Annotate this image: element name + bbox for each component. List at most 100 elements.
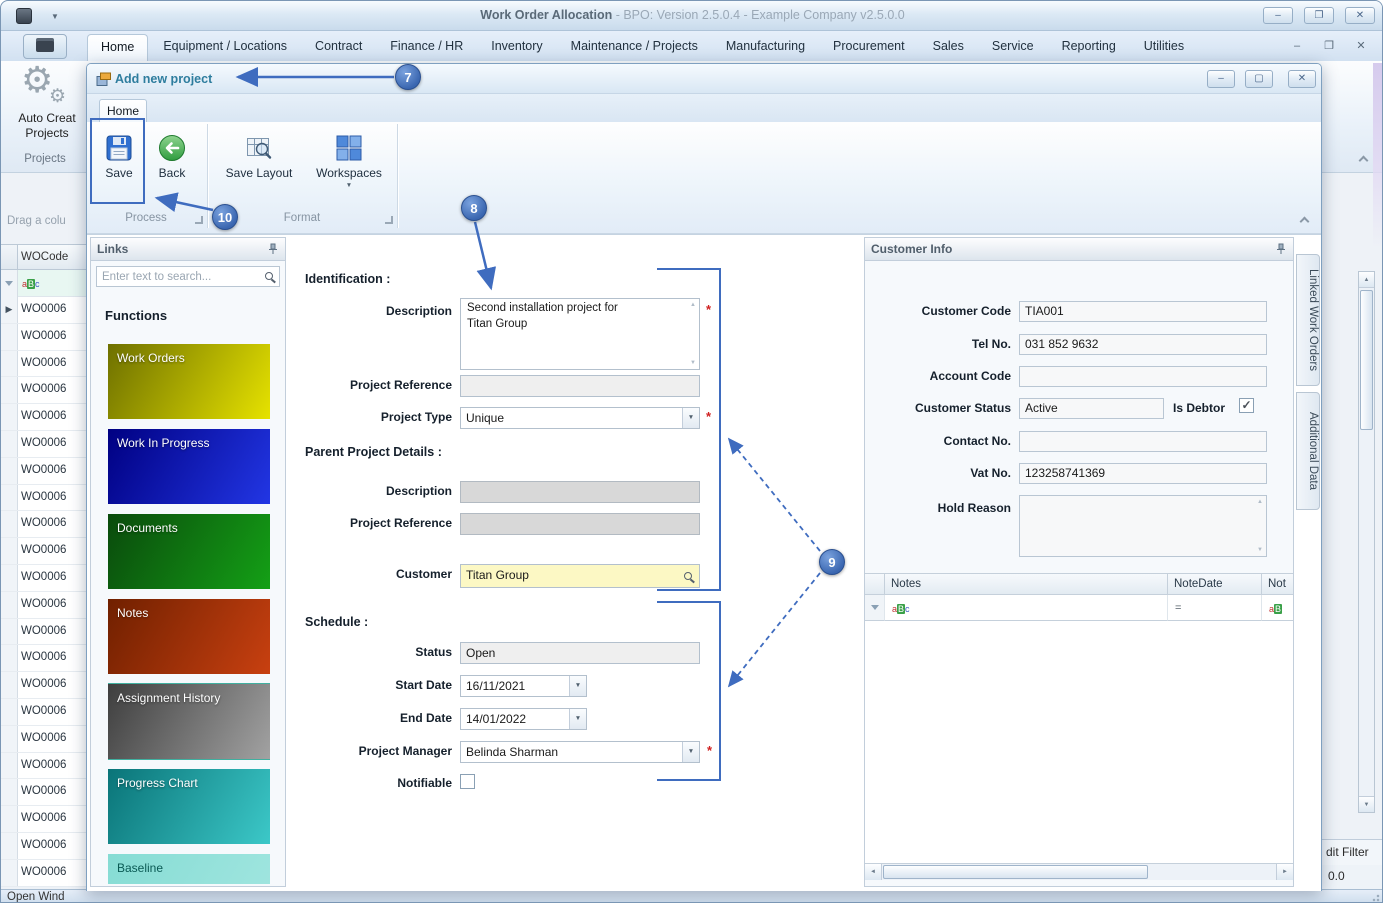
- tab-additional-data[interactable]: Additional Data: [1296, 392, 1320, 510]
- chevron-down-icon[interactable]: ▼: [682, 742, 699, 762]
- table-row[interactable]: WO0006: [1, 485, 87, 512]
- customer-field[interactable]: Titan Group: [460, 564, 700, 588]
- table-row[interactable]: WO0006: [1, 538, 87, 565]
- child-close-button[interactable]: ✕: [1288, 70, 1316, 88]
- scroll-up-icon[interactable]: ▲: [690, 301, 696, 309]
- not-filter-cell[interactable]: aB: [1262, 595, 1293, 621]
- scroll-right-button[interactable]: ►: [1276, 864, 1293, 880]
- menu-tab[interactable]: Procurement: [820, 34, 918, 61]
- column-header-not[interactable]: Not: [1262, 573, 1293, 595]
- tab-home[interactable]: Home: [99, 99, 147, 123]
- notes-grid-empty-area[interactable]: [865, 621, 1293, 863]
- chevron-down-icon[interactable]: ▼: [569, 676, 586, 696]
- vertical-scrollbar[interactable]: ▲ ▼: [1358, 271, 1375, 813]
- status-field[interactable]: Open: [460, 642, 700, 664]
- chevron-down-icon[interactable]: ▼: [569, 709, 586, 729]
- table-row[interactable]: WO0006: [1, 404, 87, 431]
- vat-no-field[interactable]: 123258741369: [1019, 463, 1267, 484]
- menu-tab[interactable]: Contract: [302, 34, 375, 61]
- project-type-select[interactable]: Unique ▼: [460, 407, 700, 429]
- auto-create-projects-button-line2[interactable]: Projects: [1, 126, 93, 140]
- chevron-down-icon[interactable]: ▼: [682, 408, 699, 428]
- table-row[interactable]: WO0006: [1, 753, 87, 780]
- is-debtor-checkbox[interactable]: ✓: [1239, 398, 1254, 413]
- search-icon[interactable]: [684, 572, 692, 580]
- scroll-up-button[interactable]: ▲: [1359, 272, 1374, 288]
- account-code-field[interactable]: [1019, 366, 1267, 387]
- end-date-picker[interactable]: 14/01/2022 ▼: [460, 708, 587, 730]
- table-row[interactable]: WO0006: [1, 511, 87, 538]
- menu-tab[interactable]: Manufacturing: [713, 34, 818, 61]
- table-row[interactable]: WO0006: [1, 377, 87, 404]
- scroll-down-icon[interactable]: ▼: [690, 359, 696, 367]
- close-button[interactable]: ✕: [1345, 7, 1375, 24]
- menu-tab[interactable]: Service: [979, 34, 1047, 61]
- table-row[interactable]: WO0006: [1, 833, 87, 860]
- column-header-notedate[interactable]: NoteDate: [1168, 573, 1262, 595]
- ribbon-minimize-glyph[interactable]: –: [1285, 38, 1309, 56]
- contact-no-field[interactable]: [1019, 431, 1267, 452]
- table-row[interactable]: WO0006: [1, 351, 87, 378]
- table-row[interactable]: ▶ WO0006: [1, 297, 87, 324]
- pin-icon[interactable]: [267, 243, 279, 255]
- child-maximize-button[interactable]: ▢: [1245, 70, 1273, 88]
- menu-tab[interactable]: Sales: [920, 34, 977, 61]
- table-row[interactable]: WO0006: [1, 779, 87, 806]
- resize-grip[interactable]: [1372, 892, 1382, 902]
- scroll-down-button[interactable]: ▼: [1359, 796, 1374, 812]
- application-menu-button[interactable]: [23, 34, 67, 59]
- menu-tab[interactable]: Inventory: [478, 34, 555, 61]
- auto-create-projects-button-line1[interactable]: Auto Creat: [1, 111, 93, 125]
- menu-tab[interactable]: Reporting: [1049, 34, 1129, 61]
- scroll-down-icon[interactable]: ▼: [1257, 547, 1263, 553]
- back-button[interactable]: Back: [147, 128, 197, 202]
- save-button[interactable]: Save: [95, 128, 143, 202]
- function-tile[interactable]: Baseline: [108, 854, 270, 884]
- table-row[interactable]: WO0006: [1, 431, 87, 458]
- child-minimize-button[interactable]: –: [1207, 70, 1235, 88]
- grid-auto-filter-row[interactable]: aBc: [1, 270, 87, 297]
- table-row[interactable]: WO0006: [1, 645, 87, 672]
- table-row[interactable]: WO0006: [1, 806, 87, 833]
- table-row[interactable]: WO0006: [1, 592, 87, 619]
- tab-linked-work-orders[interactable]: Linked Work Orders: [1296, 254, 1320, 386]
- ribbon-close-glyph[interactable]: ✕: [1349, 38, 1373, 56]
- table-row[interactable]: WO0006: [1, 619, 87, 646]
- table-row[interactable]: WO0006: [1, 726, 87, 753]
- menu-tab[interactable]: Finance / HR: [377, 34, 476, 61]
- child-ribbon-collapse-chevron-icon[interactable]: [1300, 217, 1310, 227]
- notes-auto-filter-row[interactable]: aBc = aB: [865, 595, 1293, 621]
- minimize-button[interactable]: –: [1263, 7, 1293, 24]
- table-row[interactable]: WO0006: [1, 324, 87, 351]
- notifiable-checkbox[interactable]: [460, 774, 475, 789]
- scrollbar-thumb[interactable]: [1360, 290, 1373, 430]
- menu-tab[interactable]: Maintenance / Projects: [558, 34, 711, 61]
- notes-horizontal-scrollbar[interactable]: ◄ ►: [865, 863, 1293, 880]
- workspaces-button[interactable]: Workspaces ▼: [309, 128, 389, 202]
- table-row[interactable]: WO0006: [1, 565, 87, 592]
- process-dialog-launcher-icon[interactable]: [195, 216, 203, 224]
- filter-cell[interactable]: aBc: [18, 270, 87, 297]
- restore-button[interactable]: ❐: [1304, 7, 1334, 24]
- links-search-input[interactable]: [96, 266, 280, 287]
- function-tile[interactable]: Notes: [108, 599, 270, 674]
- menu-tab[interactable]: Utilities: [1131, 34, 1197, 61]
- quick-access-caret-icon[interactable]: ▼: [51, 12, 59, 21]
- edit-filter-button[interactable]: dit Filter: [1322, 845, 1369, 859]
- menu-tab[interactable]: Equipment / Locations: [150, 34, 300, 61]
- menu-tab[interactable]: Home: [87, 34, 148, 61]
- save-layout-button[interactable]: Save Layout: [217, 128, 301, 202]
- pin-icon[interactable]: [1275, 243, 1287, 255]
- table-row[interactable]: WO0006: [1, 458, 87, 485]
- scroll-up-icon[interactable]: ▲: [1257, 499, 1263, 505]
- hold-reason-textarea[interactable]: ▲ ▼: [1019, 495, 1267, 557]
- tel-no-field[interactable]: 031 852 9632: [1019, 334, 1267, 355]
- notes-filter-cell[interactable]: aBc: [885, 595, 1168, 621]
- project-reference-field[interactable]: [460, 375, 700, 397]
- search-icon[interactable]: [265, 272, 273, 280]
- customer-code-field[interactable]: TIA001: [1019, 301, 1267, 322]
- notedate-filter-cell[interactable]: =: [1168, 595, 1262, 621]
- table-row[interactable]: WO0006: [1, 860, 87, 887]
- table-row[interactable]: WO0006: [1, 699, 87, 726]
- start-date-picker[interactable]: 16/11/2021 ▼: [460, 675, 587, 697]
